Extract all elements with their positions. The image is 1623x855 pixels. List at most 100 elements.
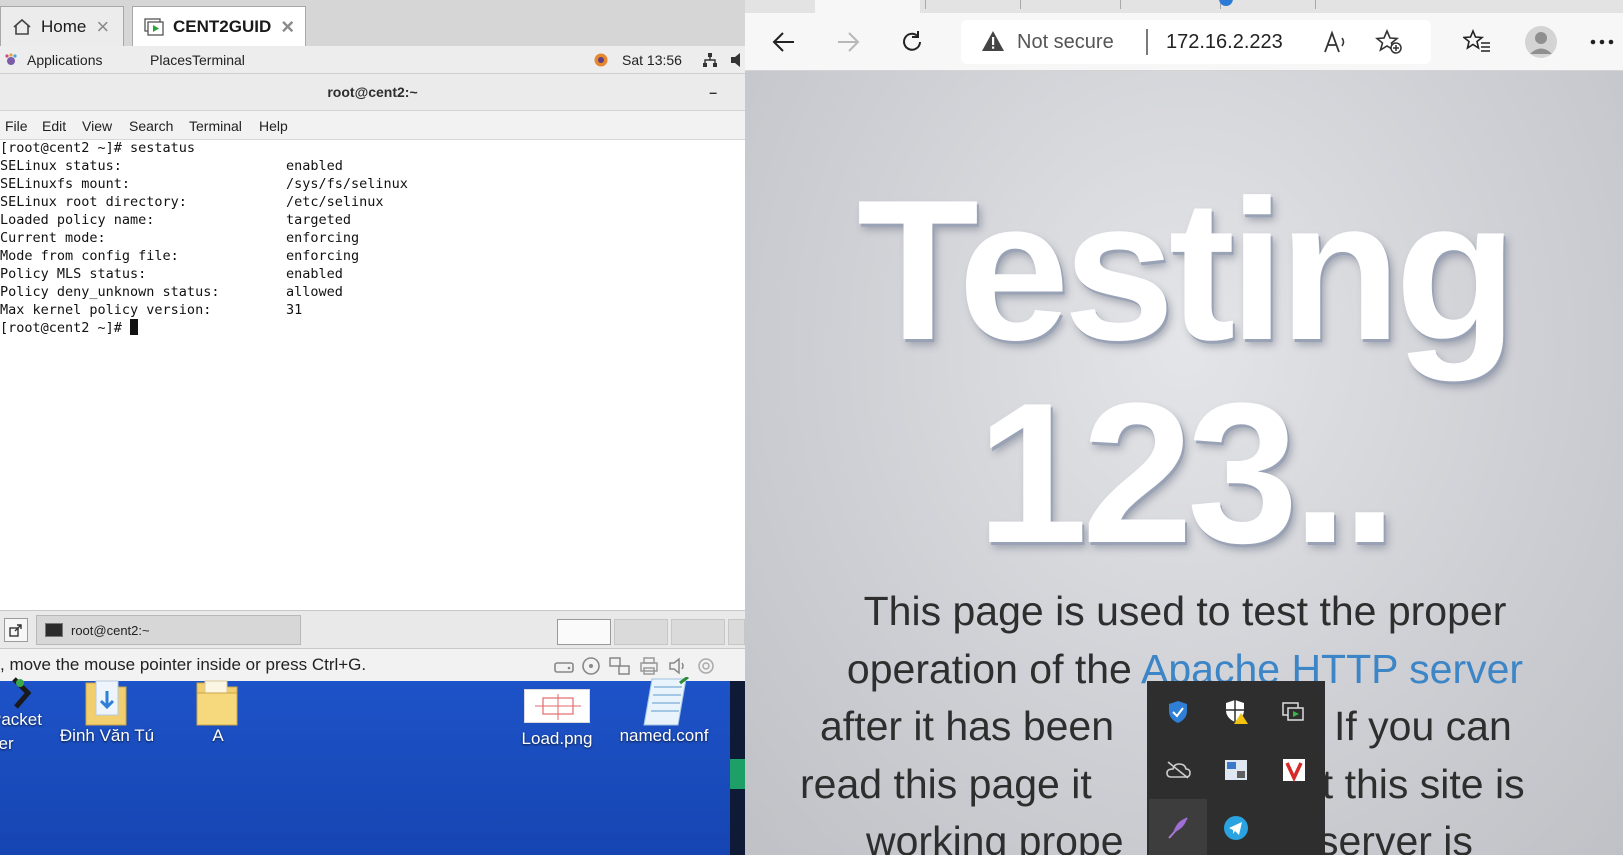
para-text: If you can <box>1334 703 1512 749</box>
warning-icon[interactable] <box>981 30 1005 58</box>
para-text: server is <box>1318 818 1473 855</box>
applications-menu[interactable]: Applications <box>27 52 103 68</box>
defender-shield-icon[interactable] <box>1149 683 1207 741</box>
terminal-output[interactable]: [root@cent2 ~]# sestatus SELinux status:… <box>0 140 745 610</box>
menu-view[interactable]: View <box>82 118 112 134</box>
workspace-4[interactable] <box>728 619 745 645</box>
places-menu[interactable]: Places <box>150 52 192 68</box>
terminal-title: root@cent2:~ <box>327 84 418 100</box>
vmware-tab-strip: Home × CENT2GUID × <box>0 0 745 46</box>
forward-button[interactable] <box>831 25 865 59</box>
network-icon[interactable] <box>702 52 718 71</box>
para-text: working prope <box>866 818 1124 855</box>
tab-home[interactable]: Home × <box>0 6 124 46</box>
url-text[interactable]: 172.16.2.223 <box>1166 31 1283 54</box>
terminal-line: Policy deny_unknown status: <box>0 284 220 300</box>
terminal-icon <box>45 623 63 637</box>
address-separator <box>1146 29 1148 55</box>
desktop-icon-label: Load.png <box>521 729 593 748</box>
terminal-line: Policy MLS status: <box>0 266 147 282</box>
browser-toolbar: Not secure 172.16.2.223 <box>745 13 1623 71</box>
more-icon <box>1590 39 1614 45</box>
antivirus-v-icon[interactable] <box>1265 741 1323 799</box>
feather-app-icon[interactable] <box>1149 799 1207 855</box>
telegram-icon[interactable] <box>1207 799 1265 855</box>
active-tab[interactable] <box>815 0 920 13</box>
gnome-taskbar: root@cent2:~ <box>0 610 745 648</box>
desktop-icon-packet-tracer[interactable]: Packet cer <box>0 677 60 753</box>
taskbar-item-terminal[interactable]: root@cent2:~ <box>36 615 301 645</box>
terminal-value: /etc/selinux <box>286 194 384 210</box>
refresh-button[interactable] <box>895 25 929 59</box>
minimize-button[interactable]: – <box>709 74 717 111</box>
terminal-line: Mode from config file: <box>0 248 179 264</box>
add-favorite-icon[interactable] <box>1374 28 1403 61</box>
tab-home-label: Home <box>41 16 87 36</box>
terminal-prompt: [root@cent2 ~]# <box>0 319 139 337</box>
favorites-button[interactable] <box>1460 25 1494 59</box>
avatar <box>1525 26 1557 58</box>
terminal-line: [root@cent2 ~]# sestatus <box>0 140 196 156</box>
terminal-value: enforcing <box>286 230 360 246</box>
prompt-text: [root@cent2 ~]# <box>0 320 131 336</box>
terminal-line: Loaded policy name: <box>0 212 155 228</box>
refresh-icon <box>903 31 921 51</box>
display-manager-icon[interactable] <box>1207 741 1265 799</box>
onedrive-offline-icon[interactable] <box>1149 741 1207 799</box>
window-edge-accent <box>730 759 745 789</box>
desktop-icon-load-png[interactable]: Load.png <box>512 677 602 749</box>
not-secure-label[interactable]: Not secure <box>1017 31 1114 54</box>
more-menu-button[interactable] <box>1585 25 1619 59</box>
gnome-foot-icon <box>4 53 18 67</box>
terminal-value: enabled <box>286 158 343 174</box>
menu-edit[interactable]: Edit <box>42 118 66 134</box>
back-button[interactable] <box>767 25 801 59</box>
clock[interactable]: Sat 13:56 <box>622 52 682 68</box>
terminal-menubar: File Edit View Search Terminal Help <box>0 111 745 140</box>
vmware-window: Home × CENT2GUID × Applications Places T… <box>0 0 745 855</box>
close-icon[interactable]: × <box>96 15 109 38</box>
desktop-icon-dinh-van-tu[interactable]: Đinh Văn Tú <box>56 677 158 746</box>
workspace-3[interactable] <box>671 619 725 645</box>
vmware-tray-icon[interactable] <box>1265 683 1323 741</box>
para-text: after it has been <box>820 703 1115 749</box>
para-text: operation of the <box>846 645 1141 692</box>
show-desktop-button[interactable] <box>4 618 28 642</box>
terminal-value: enabled <box>286 266 343 282</box>
folder-icon <box>196 680 238 726</box>
terminal-line: Current mode: <box>0 230 106 246</box>
volume-icon[interactable] <box>730 52 744 71</box>
home-icon <box>11 16 33 38</box>
read-aloud-icon[interactable] <box>1323 30 1349 60</box>
workspace-2[interactable] <box>614 619 668 645</box>
security-warning-icon[interactable] <box>1207 683 1265 741</box>
terminal-app-menu[interactable]: Terminal <box>192 52 245 68</box>
favorites-icon <box>1463 29 1490 52</box>
desktop-icon-label: A <box>212 726 224 745</box>
para-line: This page is used to test the proper <box>863 588 1507 634</box>
windows-desktop: Packet cer Đinh Văn Tú A Load.png named.… <box>0 675 745 855</box>
desktop-icon-named-conf[interactable]: named.conf <box>612 675 716 746</box>
user-folder-icon <box>85 680 127 726</box>
workspace-1[interactable] <box>557 619 611 645</box>
terminal-value: enforcing <box>286 248 360 264</box>
terminal-value: targeted <box>286 212 352 228</box>
close-icon[interactable]: × <box>281 15 294 38</box>
para-text: read this page it <box>800 760 1092 807</box>
firefox-tray-icon[interactable] <box>593 52 609 71</box>
forward-arrow-icon <box>838 32 860 52</box>
desktop-icon-a[interactable]: A <box>186 677 250 746</box>
menu-terminal[interactable]: Terminal <box>189 118 242 134</box>
menu-help[interactable]: Help <box>259 118 288 134</box>
tab-cent2guid[interactable]: CENT2GUID × <box>132 6 306 46</box>
terminal-value: 31 <box>286 302 303 318</box>
menu-search[interactable]: Search <box>129 118 173 134</box>
terminal-value: allowed <box>286 284 343 300</box>
gnome-top-bar: Applications Places Terminal Sat 13:56 <box>0 46 745 74</box>
menu-file[interactable]: File <box>5 118 28 134</box>
image-file-icon <box>524 689 590 723</box>
profile-button[interactable] <box>1522 23 1560 61</box>
terminal-line: SELinux status: <box>0 158 122 174</box>
text-cursor <box>130 319 139 335</box>
address-bar[interactable]: Not secure 172.16.2.223 <box>961 20 1431 64</box>
